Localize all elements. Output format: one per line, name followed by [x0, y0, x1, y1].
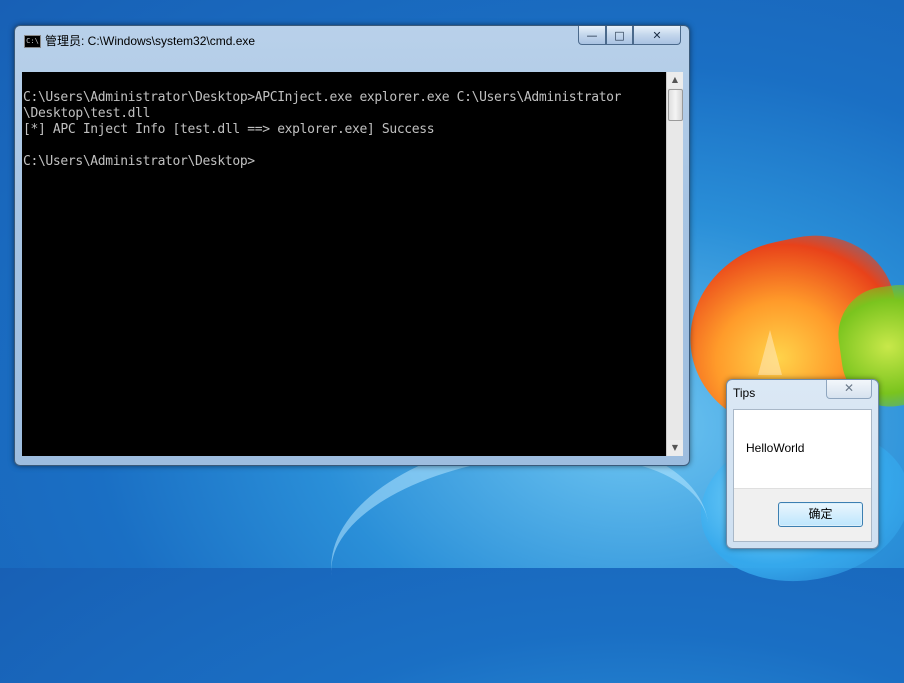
close-button[interactable]: ✕ [633, 26, 681, 45]
message-box-footer: 确定 [734, 488, 871, 541]
console-output[interactable]: C:\Users\Administrator\Desktop>APCInject… [22, 72, 666, 456]
message-box-title: Tips [733, 386, 756, 400]
console-line: C:\Users\Administrator\Desktop>APCInject… [23, 90, 622, 105]
console-line: [*] APC Inject Info [test.dll ==> explor… [23, 122, 435, 137]
console-text[interactable]: C:\Users\Administrator\Desktop>APCInject… [22, 72, 666, 170]
vertical-scrollbar[interactable]: ▲ ▼ [666, 72, 683, 456]
window-controls: — □ ✕ [578, 26, 681, 45]
tips-message-box[interactable]: Tips ✕ HelloWorld 确定 [726, 379, 879, 549]
wallpaper-tree [758, 330, 782, 375]
console-line: \Desktop\test.dll [23, 106, 151, 121]
message-box-close-button[interactable]: ✕ [826, 380, 872, 399]
cmd-app-icon[interactable]: C:\ [24, 35, 41, 48]
ok-button[interactable]: 确定 [778, 502, 863, 527]
maximize-button[interactable]: □ [606, 26, 633, 45]
scroll-thumb[interactable] [668, 89, 683, 121]
message-text: HelloWorld [746, 441, 805, 455]
minimize-button[interactable]: — [578, 26, 606, 45]
window-title: 管理员: C:\Windows\system32\cmd.exe [45, 34, 256, 48]
cmd-window[interactable]: C:\ 管理员: C:\Windows\system32\cmd.exe — □… [14, 25, 690, 466]
scroll-down-arrow-icon[interactable]: ▼ [667, 440, 683, 456]
scroll-up-arrow-icon[interactable]: ▲ [667, 72, 683, 88]
message-box-body: HelloWorld 确定 [733, 409, 872, 542]
console-prompt-line: C:\Users\Administrator\Desktop> [23, 154, 255, 169]
